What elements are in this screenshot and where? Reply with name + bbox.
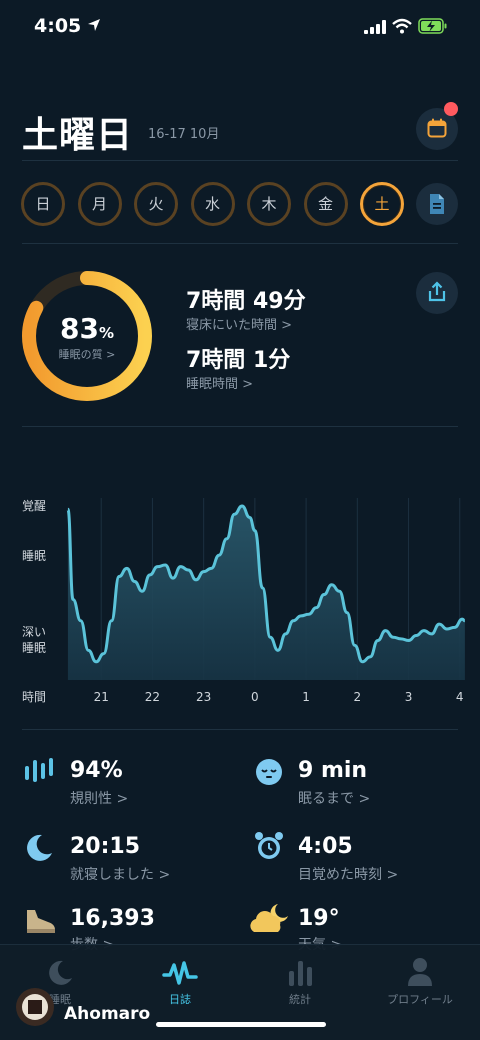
asleep-label[interactable]: 睡眠時間 > [186,373,253,392]
day-label: 日 [35,195,51,213]
page-title: 土曜日 [22,115,134,156]
day-label: 水 [204,195,220,213]
notification-badge [444,102,458,116]
home-indicator[interactable] [156,1022,326,1027]
x-tick-label: 2 [353,690,361,704]
report-button[interactable] [416,183,458,225]
person-icon [408,958,432,986]
divider [22,243,458,244]
tab-statistics-label: 統計 [289,993,311,1006]
x-tick-label: 23 [196,690,211,704]
date-range: 16-17 10月 [148,127,220,142]
watermark-avatar [16,988,54,1026]
x-tick-label: 1 [302,690,310,704]
tab-journal-label: 日誌 [169,993,191,1006]
quality-value: 83% [20,312,154,345]
x-axis-label: 時間 [22,690,46,704]
moon-icon [27,834,52,861]
status-time: 4:05 [34,15,82,37]
wifi-icon [392,18,412,34]
metric-wakeup-value: 4:05 [298,834,353,859]
metric-bedtime-value: 20:15 [70,834,141,859]
x-tick-label: 21 [94,690,109,704]
weather-cloud-moon-icon [250,904,288,932]
y-label-deep-2: 睡眠 [22,641,46,655]
day-label: 木 [261,195,277,213]
x-tick-label: 22 [145,690,160,704]
quality-unit: % [98,324,114,342]
sleep-area [67,506,465,680]
battery-charging-icon [418,18,447,34]
divider [22,160,458,161]
day-1[interactable]: 月 [77,182,122,226]
regularity-bars-icon [25,758,53,782]
document-icon [430,194,444,214]
day-4[interactable]: 木 [247,182,291,226]
metric-weather-value: 19° [298,906,340,931]
bars-icon [289,961,312,986]
day-2[interactable]: 火 [134,182,178,226]
x-tick-label: 3 [405,690,413,704]
metric-bedtime-label[interactable]: 就寝しました > [70,864,170,884]
alarm-clock-icon [255,832,283,859]
in-bed-value: 7時間 49分 [186,289,306,314]
day-label: 火 [148,195,164,213]
moon-icon [49,960,72,985]
in-bed-label[interactable]: 寝床にいた時間 > [186,314,292,333]
day-3[interactable]: 水 [190,182,235,226]
shoe-icon [27,910,55,933]
tab-journal[interactable]: 日誌 [140,951,220,1007]
y-label-awake: 覚醒 [22,499,46,513]
metric-wakeup-label[interactable]: 目覚めた時刻 > [298,864,398,884]
day-label: 月 [91,195,107,213]
share-button[interactable] [416,272,458,314]
share-icon [428,281,446,302]
calendar-icon [427,118,447,138]
metric-regularity-label[interactable]: 規則性 > [70,788,128,808]
sleepy-face-icon [256,759,282,785]
cellular-signal-icon [364,20,386,34]
y-label-sleep: 睡眠 [22,549,46,563]
day-label: 金 [317,195,333,213]
status-bar: 4:05 [0,0,480,56]
quality-label[interactable]: 睡眠の質 > [20,346,154,362]
metric-steps-value: 16,393 [70,906,155,931]
day-0[interactable]: 日 [21,182,65,226]
divider [22,426,458,427]
tab-statistics[interactable]: 統計 [260,951,340,1007]
sleep-chart: 21 22 23 0 1 2 3 4 覚醒 睡眠 深い 睡眠 時間 [22,498,466,704]
metric-sleep-latency-label[interactable]: 眠るまで > [298,788,370,808]
quality-number: 83 [60,312,99,345]
calendar-button[interactable] [416,102,458,150]
tab-profile[interactable]: プロフィール [380,951,460,1007]
metric-sleep-latency-value: 9 min [298,758,368,783]
day-6[interactable]: 土 [360,182,404,226]
day-label: 土 [374,195,390,213]
tab-profile-label: プロフィール [387,993,453,1006]
watermark-name: Ahomaro [64,1004,151,1024]
x-tick-label: 0 [251,690,259,704]
metric-regularity-value: 94% [70,758,123,783]
wave-icon [162,961,198,985]
divider [22,729,458,730]
avatar-seal [28,1000,42,1014]
x-tick-label: 4 [456,690,464,704]
day-5[interactable]: 金 [303,182,348,226]
location-arrow-icon [88,19,100,31]
asleep-value: 7時間 1分 [186,348,291,373]
y-label-deep-1: 深い [22,625,46,639]
